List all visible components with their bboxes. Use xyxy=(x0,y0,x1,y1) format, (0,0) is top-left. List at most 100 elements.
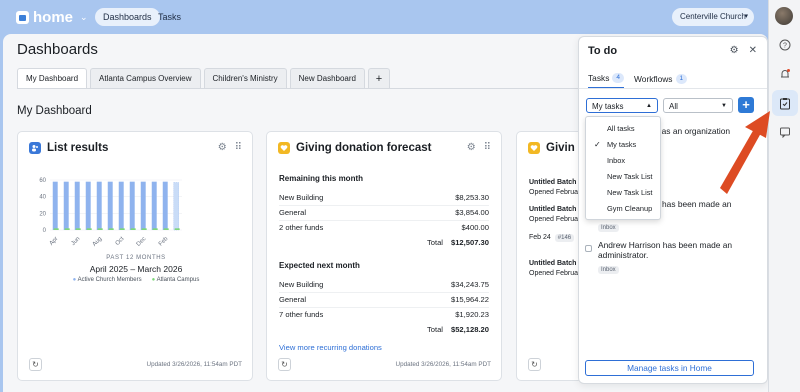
menu-label: My tasks xyxy=(607,140,637,149)
help-icon[interactable]: ? xyxy=(777,37,793,53)
avatar[interactable] xyxy=(775,7,793,25)
manage-tasks-button[interactable]: Manage tasks in Home xyxy=(585,360,754,376)
menu-label: All tasks xyxy=(607,124,635,133)
batch-sub: Opened Februa xyxy=(529,270,579,277)
task-text: has been made an xyxy=(662,199,732,209)
divider xyxy=(279,205,489,206)
select-value: All xyxy=(669,102,678,111)
count-badge: 1 xyxy=(675,74,688,84)
legend-item-atlanta: ● Atlanta Campus xyxy=(151,277,200,283)
view-recurring-link[interactable]: View more recurring donations xyxy=(279,343,382,352)
tab-workflows[interactable]: Workflows 1 xyxy=(634,73,688,89)
heart-icon xyxy=(278,142,290,154)
total-value: $52,128.20 xyxy=(450,325,489,334)
bar-atlanta-campus xyxy=(75,228,81,230)
task-item[interactable]: has been made an xyxy=(662,199,731,209)
chart-legend: ● Active Church Members ● Atlanta Campus xyxy=(18,277,254,283)
bell-icon[interactable] xyxy=(777,66,793,82)
total-value: $12,507.30 xyxy=(450,238,489,247)
task-item[interactable]: ed as an organization xyxy=(650,126,730,136)
menu-item-inbox[interactable]: Inbox xyxy=(586,153,660,169)
menu-item-gym-cleanup[interactable]: Gym Cleanup xyxy=(586,201,660,217)
task-item[interactable]: Andrew Harrison has been made an adminis… xyxy=(585,240,755,260)
bar-active-members xyxy=(162,181,168,230)
fund-row: 7 other funds $1,920.23 xyxy=(279,310,489,319)
caret-up-icon: ▲ xyxy=(646,103,652,109)
refresh-icon[interactable]: ↻ xyxy=(278,358,291,371)
bar-atlanta-campus xyxy=(174,228,180,230)
inbox-tag: Inbox xyxy=(598,266,619,274)
tab-my-dashboard[interactable]: My Dashboard xyxy=(17,68,88,88)
card-footer: ↻ Updated 3/26/2026, 11:54am PDT xyxy=(29,358,242,372)
menu-item-my-tasks[interactable]: ✓ My tasks xyxy=(586,137,660,153)
bar-active-members xyxy=(118,181,124,230)
bar-atlanta-campus xyxy=(119,228,125,230)
gear-icon[interactable]: ⚙ xyxy=(218,142,227,153)
church-selector[interactable]: Centerville Church ▾ xyxy=(672,8,754,26)
list-results-card: List results ⚙ ⠿ 0 20 40 60 Apr Jun Aug Oct Dec F… xyxy=(17,131,253,381)
batch-date-text: Feb 24 xyxy=(529,234,551,241)
menu-item-all-tasks[interactable]: All tasks xyxy=(586,121,660,137)
x-tick-label: Oct xyxy=(115,236,126,247)
dashboard-tabs: My Dashboard Atlanta Campus Overview Chi… xyxy=(17,68,390,88)
task-text: ed as an organization xyxy=(650,126,731,136)
tab-new-dashboard[interactable]: New Dashboard xyxy=(289,68,365,88)
church-name: Centerville Church xyxy=(680,12,746,21)
assignee-select[interactable]: All ▼ xyxy=(663,98,733,113)
task-checkbox[interactable] xyxy=(585,245,592,252)
y-tick-label: 60 xyxy=(39,178,46,184)
nav-tasks[interactable]: Tasks xyxy=(150,8,189,26)
bar-active-members xyxy=(85,181,91,230)
tab-tasks[interactable]: Tasks 4 xyxy=(588,73,625,89)
task-list-select[interactable]: My tasks ▲ xyxy=(586,98,658,113)
app-switcher[interactable]: home ⌄ xyxy=(16,9,88,26)
add-task-button[interactable]: + xyxy=(738,97,754,113)
task-text: Andrew Harrison has been made an adminis… xyxy=(598,240,733,260)
checkmark-icon: ✓ xyxy=(594,140,601,149)
updated-timestamp: Updated 3/26/2026, 11:54am PDT xyxy=(146,361,242,368)
batch-title: Untitled Batch xyxy=(529,260,577,267)
drag-handle-icon[interactable]: ⠿ xyxy=(484,142,491,153)
bar-atlanta-campus xyxy=(163,228,169,230)
chat-icon[interactable] xyxy=(777,124,793,140)
gear-icon[interactable]: ⚙ xyxy=(467,142,476,153)
bar-atlanta-campus xyxy=(53,228,59,230)
tab-childrens-ministry[interactable]: Children's Ministry xyxy=(203,68,287,88)
batch-sub: Opened Februa xyxy=(529,216,579,223)
bar-active-members xyxy=(140,181,146,230)
tab-atlanta-campus-overview[interactable]: Atlanta Campus Overview xyxy=(90,68,201,88)
card-tools: ⚙ ⠿ xyxy=(218,142,242,153)
bar-atlanta-campus xyxy=(86,228,92,230)
fund-row: New Building $34,243.75 xyxy=(279,280,489,289)
fund-label: New Building xyxy=(279,193,324,202)
add-tab-button[interactable]: + xyxy=(368,68,390,88)
fund-label: 7 other funds xyxy=(279,310,324,319)
refresh-icon[interactable]: ↻ xyxy=(29,358,42,371)
task-tag: Inbox xyxy=(598,263,619,275)
top-bar: home ⌄ Dashboards Tasks Centerville Chur… xyxy=(0,0,768,34)
task-tag: Inbox xyxy=(598,221,619,233)
fund-label: General xyxy=(279,208,307,217)
batch-date: Feb 24 #146 xyxy=(529,234,575,242)
drag-handle-icon[interactable]: ⠿ xyxy=(235,142,242,153)
bar-active-members xyxy=(52,181,58,230)
menu-item-new-task-list[interactable]: New Task List xyxy=(586,169,660,185)
inbox-tag: Inbox xyxy=(598,224,619,232)
count-badge: 4 xyxy=(612,73,625,83)
batch-title: Untitled Batch xyxy=(529,206,577,213)
menu-item-new-task-list[interactable]: New Task List xyxy=(586,185,660,201)
fund-row: New Building $8,253.30 xyxy=(279,193,489,202)
x-tick-label: Feb xyxy=(158,236,170,248)
clipboard-icon[interactable] xyxy=(772,90,798,116)
caret-down-icon: ▼ xyxy=(721,103,727,109)
close-icon[interactable]: ✕ xyxy=(749,45,757,56)
card-title: List results xyxy=(47,142,109,154)
section-title: My Dashboard xyxy=(17,105,92,117)
gear-icon[interactable]: ⚙ xyxy=(730,45,739,56)
expected-total: Total $52,128.20 xyxy=(427,325,489,334)
remaining-header: Remaining this month xyxy=(279,174,363,183)
batch-number-tag: #146 xyxy=(554,234,575,242)
refresh-icon[interactable]: ↻ xyxy=(528,358,541,371)
batch-title: Untitled Batch xyxy=(529,179,577,186)
todo-title: To do xyxy=(588,45,618,57)
